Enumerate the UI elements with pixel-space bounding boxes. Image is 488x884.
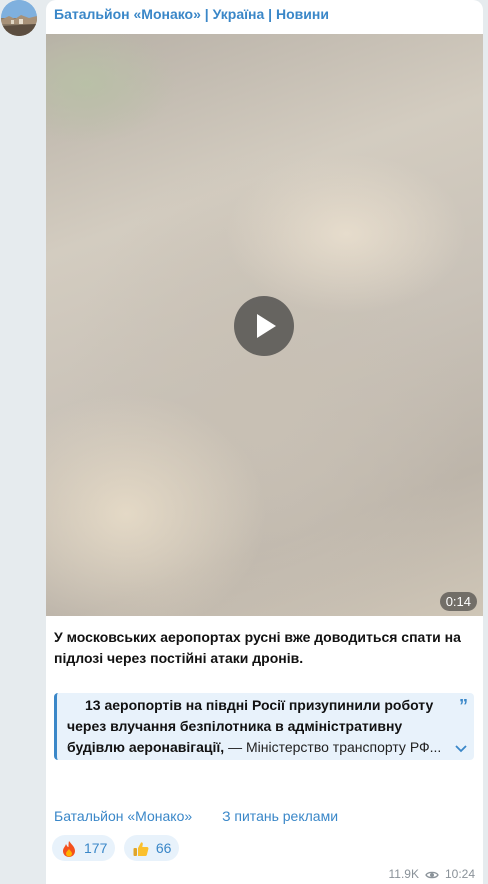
play-icon: [257, 314, 276, 338]
quote-block[interactable]: 13 аеропортів на півдні Росії призупинил…: [54, 693, 474, 760]
channel-title[interactable]: Батальйон «Монако» | Україна | Новини: [54, 6, 329, 22]
chevron-down-icon[interactable]: [454, 742, 468, 756]
fire-icon: [60, 840, 78, 858]
thumbs-up-icon: [132, 840, 150, 858]
views-count: 11.9K: [388, 867, 419, 881]
ads-link[interactable]: З питань реклами: [222, 808, 338, 824]
video-duration: 0:14: [439, 592, 477, 611]
quote-mark-icon: ”: [459, 696, 468, 716]
reactions: 177 66: [52, 835, 183, 861]
message-meta: 11.9K 10:24: [389, 867, 476, 881]
reaction-count: 66: [155, 840, 172, 856]
reaction-fire[interactable]: 177: [52, 835, 116, 861]
channel-avatar[interactable]: [1, 0, 37, 36]
message-time: 10:24: [444, 867, 475, 881]
channel-link[interactable]: Батальйон «Монако»: [54, 808, 192, 824]
reaction-thumbs-up[interactable]: 66: [123, 835, 180, 861]
reaction-count: 177: [84, 840, 108, 856]
video-player[interactable]: 0:14: [46, 34, 483, 616]
footer-links: Батальйон «Монако» З питань реклами: [54, 808, 364, 824]
eye-icon: [425, 870, 439, 880]
quote-source: — Міністерство транспорту РФ...: [228, 739, 442, 755]
post-text: У московських аеропортах русні вже довод…: [54, 629, 461, 666]
message-bubble: Батальйон «Монако» | Україна | Новини 0:…: [46, 0, 483, 884]
quote-content: 13 аеропортів на півдні Росії призупинил…: [67, 695, 452, 758]
play-button[interactable]: [234, 296, 294, 356]
